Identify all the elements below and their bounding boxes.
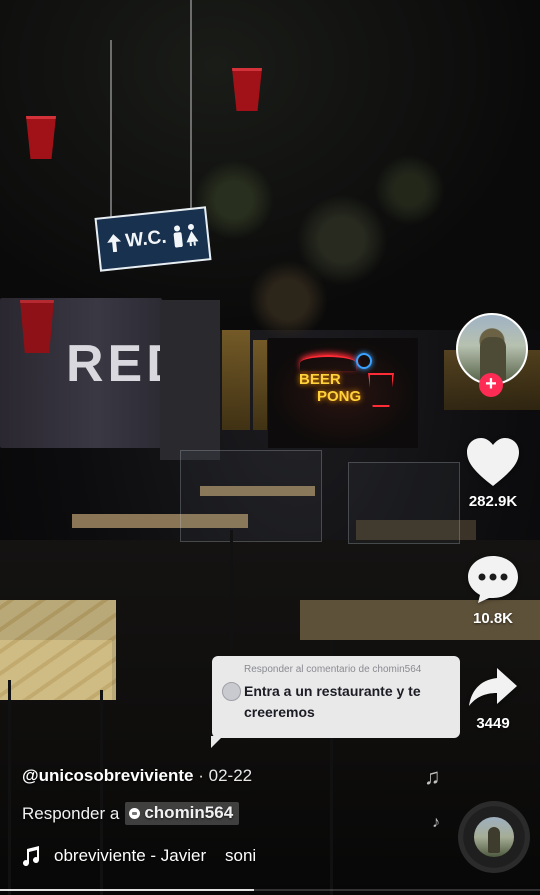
video-progress-fill	[0, 889, 254, 891]
reply-prefix: Responder a	[22, 803, 120, 823]
table-leg	[8, 680, 11, 895]
video-progress-bar[interactable]	[0, 889, 540, 891]
reply-user-tag[interactable]: chomin564	[125, 802, 240, 825]
share-button[interactable]: 3449	[453, 664, 533, 732]
video-author[interactable]: @unicosobreviviente · 02-22	[22, 766, 252, 786]
restroom-icon	[173, 224, 199, 248]
music-disc-cover	[474, 817, 514, 857]
arrow-up-icon	[107, 234, 122, 253]
floating-music-note-icon: ♫	[424, 764, 441, 789]
reply-comment-sticker[interactable]: Responder al comentario de chomin564 Ent…	[211, 656, 460, 748]
pillar	[160, 300, 220, 460]
commenter-avatar	[222, 682, 241, 701]
music-info[interactable]: obreviviente - Javier soni	[22, 846, 314, 866]
hanging-plants	[180, 140, 450, 340]
follow-button[interactable]: +	[479, 373, 503, 397]
music-title: obreviviente - Javier soni	[54, 846, 257, 865]
comment-count: 10.8K	[472, 610, 514, 627]
plus-icon: +	[485, 373, 497, 395]
beer-pong-neon-sign: BEER PONG	[299, 371, 361, 405]
table-leg	[230, 530, 233, 650]
amber-panel	[222, 330, 250, 430]
date-separator: ·	[193, 766, 209, 785]
neon-ball	[356, 353, 372, 369]
sign-chain	[110, 40, 112, 220]
share-icon	[469, 668, 517, 706]
wall-cup-graphic	[20, 300, 54, 353]
author-username[interactable]: @unicosobreviviente	[22, 766, 194, 785]
glass-partition	[180, 450, 322, 542]
reply-sticker-text: Entra a un restaurante y te creeremos	[244, 683, 421, 720]
floating-music-note-icon: ♪	[432, 814, 440, 831]
reply-user: chomin564	[144, 803, 234, 822]
wc-sign-label: W.C.	[124, 226, 168, 252]
amber-panel	[253, 340, 267, 430]
glass-partition	[348, 462, 460, 544]
heart-icon	[467, 438, 519, 486]
hanging-red-cup	[26, 116, 56, 159]
neon-line-1: BEER	[299, 371, 341, 388]
reply-caption: Responder a chomin564	[22, 802, 240, 825]
hanging-red-cup	[232, 68, 262, 111]
neon-arc	[300, 355, 356, 371]
sign-chain	[190, 0, 192, 215]
music-note-icon	[23, 846, 40, 866]
comment-bubble-icon	[129, 807, 141, 819]
neon-line-2: PONG	[317, 388, 362, 405]
reply-sticker-header: Responder al comentario de chomin564	[244, 664, 422, 675]
post-date: 02-22	[208, 766, 253, 785]
comment-icon	[468, 556, 518, 603]
like-count: 282.9K	[468, 493, 518, 510]
caution-tape-table	[0, 600, 116, 700]
comment-button[interactable]: 10.8K	[453, 553, 533, 627]
share-count: 3449	[476, 715, 510, 732]
like-button[interactable]: 282.9K	[453, 436, 533, 510]
